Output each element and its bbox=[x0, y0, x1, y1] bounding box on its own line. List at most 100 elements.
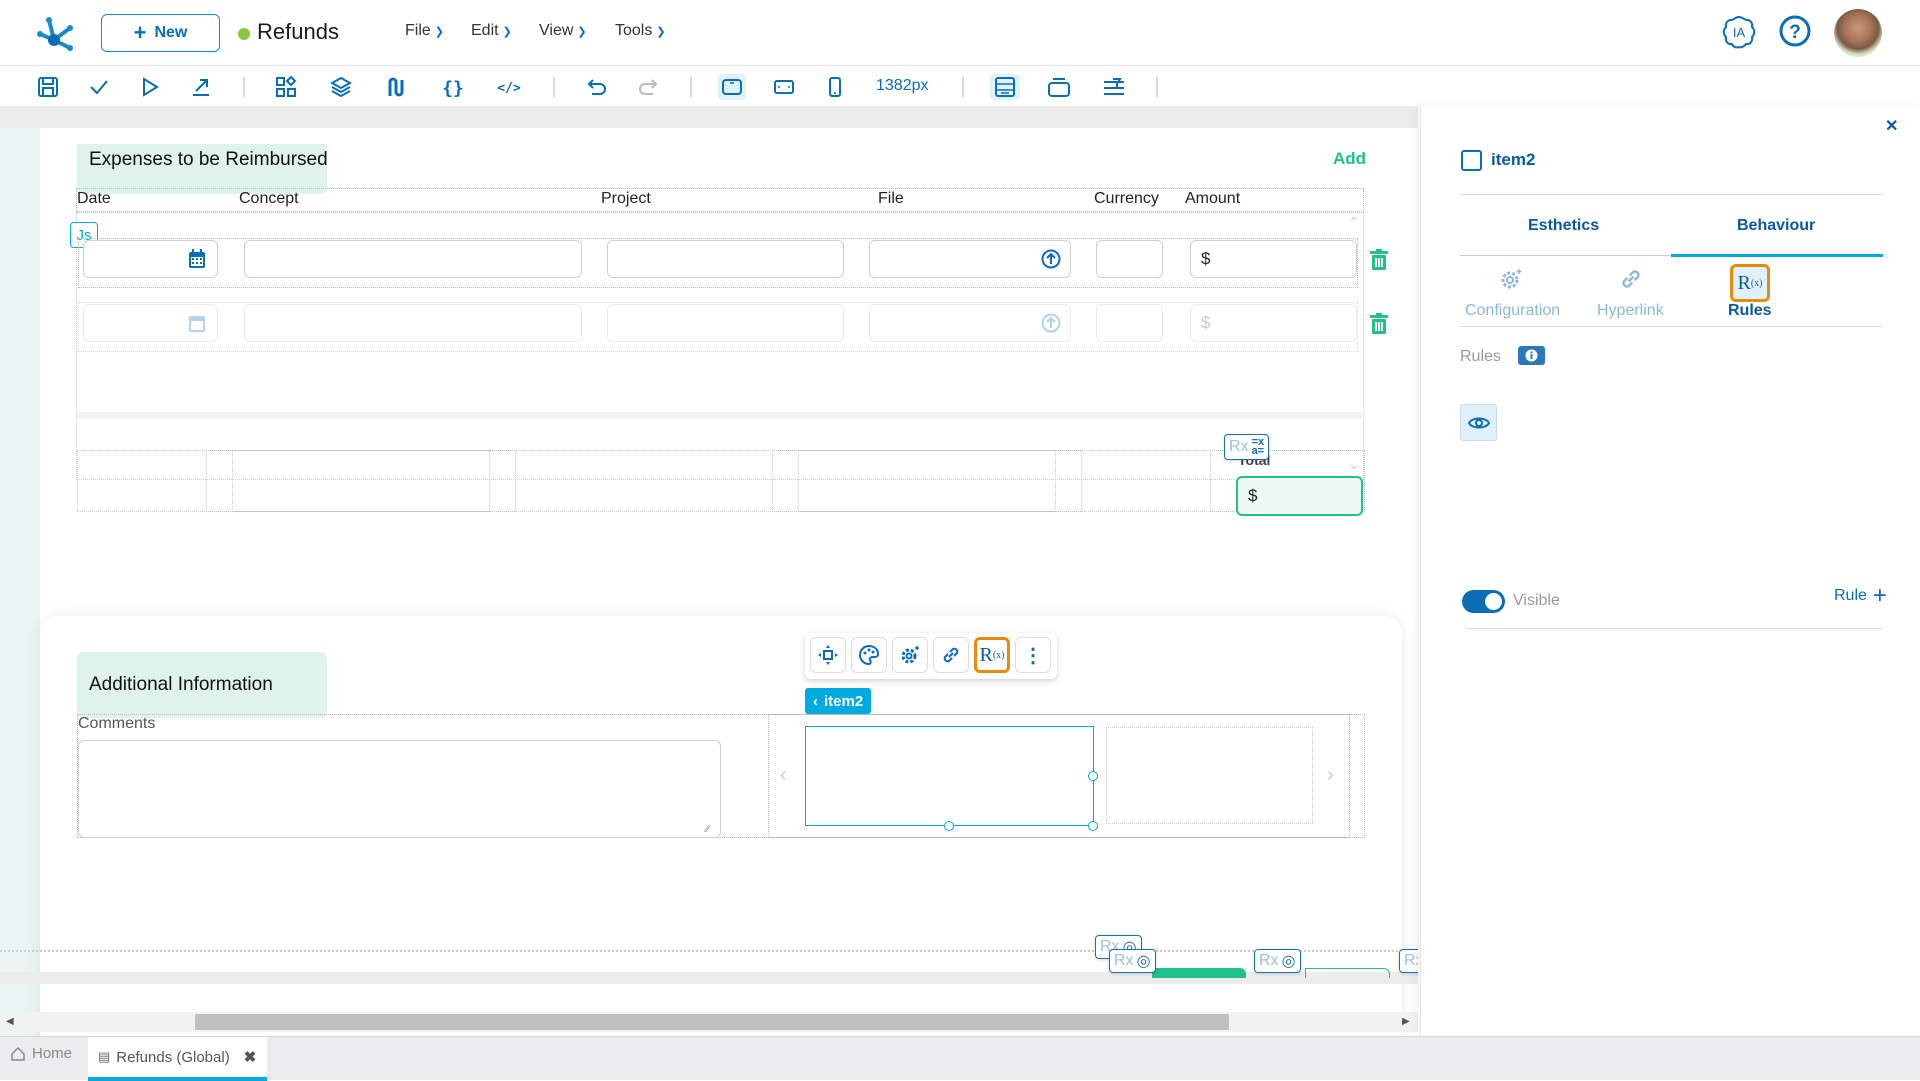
menu-view-label: View bbox=[539, 22, 574, 39]
new-button[interactable]: + New bbox=[101, 14, 220, 52]
scrollbar-thumb[interactable] bbox=[195, 1014, 1229, 1030]
visible-toggle[interactable] bbox=[1462, 590, 1505, 613]
code-icon[interactable]: </> bbox=[496, 74, 522, 100]
hyperlink-icon[interactable] bbox=[1618, 266, 1644, 292]
components-icon[interactable] bbox=[273, 74, 299, 100]
totals-cell bbox=[77, 450, 207, 512]
user-avatar[interactable] bbox=[1834, 9, 1882, 57]
tab-home-label: Home bbox=[32, 1045, 73, 1062]
rx-visibility-chip[interactable]: Rx ◎ bbox=[1254, 949, 1301, 973]
panel-item-name: item2 bbox=[1491, 150, 1536, 169]
configuration-icon[interactable] bbox=[1498, 266, 1524, 292]
comments-textarea[interactable] bbox=[78, 740, 721, 838]
add-row-link[interactable]: Add bbox=[1333, 149, 1366, 169]
settings-icon[interactable] bbox=[892, 637, 928, 673]
visibility-rule-type-button[interactable] bbox=[1460, 404, 1497, 441]
frame-icon[interactable] bbox=[1046, 74, 1072, 100]
rx-visibility-chip[interactable]: Rx bbox=[1399, 949, 1418, 973]
column-header-concept: Concept bbox=[239, 190, 299, 207]
app-logo[interactable] bbox=[36, 14, 76, 54]
redo-icon[interactable] bbox=[635, 74, 661, 100]
horizontal-scrollbar[interactable]: ◀ ▶ bbox=[0, 1012, 1418, 1032]
flow-icon[interactable] bbox=[383, 74, 409, 100]
currency-input[interactable] bbox=[1096, 240, 1163, 278]
info-icon[interactable] bbox=[1518, 346, 1545, 365]
mobile-view-icon[interactable] bbox=[822, 74, 848, 100]
play-icon[interactable] bbox=[137, 74, 163, 100]
export-icon[interactable] bbox=[188, 74, 214, 100]
braces-icon[interactable]: {} bbox=[440, 74, 466, 100]
chevron-down-icon: ❯ bbox=[502, 25, 512, 38]
close-tab-icon[interactable]: ✖ bbox=[244, 1048, 257, 1066]
menu-edit[interactable]: Edit ❯ bbox=[471, 22, 512, 40]
project-input[interactable] bbox=[607, 304, 844, 342]
subtab-configuration[interactable]: Configuration bbox=[1465, 302, 1560, 320]
container-icon bbox=[1461, 150, 1482, 171]
upload-icon[interactable] bbox=[1041, 313, 1061, 333]
calendar-icon[interactable] bbox=[188, 249, 206, 269]
carousel-item[interactable] bbox=[1106, 727, 1313, 824]
total-input[interactable]: $ bbox=[1236, 476, 1363, 516]
menu-view[interactable]: View ❯ bbox=[539, 22, 587, 40]
concept-input[interactable] bbox=[244, 304, 582, 342]
subtab-rules[interactable]: Rules bbox=[1728, 302, 1772, 320]
menu-tools[interactable]: Tools ❯ bbox=[615, 22, 666, 40]
menu-tools-label: Tools bbox=[615, 22, 653, 39]
desktop-view-icon[interactable] bbox=[718, 74, 746, 100]
selected-item2[interactable] bbox=[805, 726, 1094, 826]
upload-icon[interactable] bbox=[1041, 249, 1061, 269]
resize-handle-icon[interactable]: ∕∕ bbox=[706, 824, 709, 835]
page-margin bbox=[0, 128, 40, 1036]
tab-refunds-global[interactable]: ▤ Refunds (Global) ✖ bbox=[88, 1037, 267, 1081]
undo-icon[interactable] bbox=[584, 74, 610, 100]
check-icon[interactable] bbox=[86, 74, 112, 100]
rules-icon[interactable]: R (x) bbox=[1730, 264, 1770, 302]
menu-file-label: File bbox=[405, 22, 431, 39]
rules-icon[interactable]: R (x) bbox=[974, 637, 1010, 673]
rx-formula-chip[interactable]: Rx =x a= bbox=[1224, 434, 1270, 460]
layers-icon[interactable] bbox=[328, 74, 354, 100]
rx-visibility-chip[interactable]: Rx ◎ bbox=[1109, 949, 1156, 973]
close-panel-icon[interactable]: ✕ bbox=[1885, 116, 1898, 136]
ia-assistant-icon[interactable]: IA bbox=[1722, 15, 1756, 49]
move-icon[interactable] bbox=[810, 637, 846, 673]
active-tab-indicator bbox=[1671, 254, 1883, 257]
layout-icon[interactable] bbox=[990, 74, 1020, 100]
save-icon[interactable] bbox=[35, 74, 61, 100]
plus-icon: + bbox=[1872, 582, 1887, 609]
amount-input[interactable]: $ bbox=[1190, 240, 1357, 278]
carousel-prev-icon[interactable]: ‹ bbox=[780, 764, 787, 787]
scroll-up-icon[interactable]: ⌃ bbox=[1348, 214, 1360, 231]
delete-row-icon[interactable] bbox=[1369, 249, 1389, 271]
tablet-view-icon[interactable] bbox=[771, 74, 797, 100]
concept-input[interactable] bbox=[244, 240, 582, 278]
project-input[interactable] bbox=[607, 240, 844, 278]
resize-handle[interactable] bbox=[944, 821, 954, 831]
subtab-hyperlink[interactable]: Hyperlink bbox=[1597, 302, 1664, 320]
carousel-next-icon[interactable]: › bbox=[1327, 764, 1334, 787]
link-icon[interactable] bbox=[933, 637, 969, 673]
palette-icon[interactable] bbox=[851, 637, 887, 673]
scroll-left-icon[interactable]: ◀ bbox=[6, 1016, 14, 1027]
delete-row-icon[interactable] bbox=[1369, 313, 1389, 335]
tab-home[interactable]: Home bbox=[10, 1045, 72, 1062]
tab-esthetics[interactable]: Esthetics bbox=[1528, 217, 1599, 235]
tab-behaviour[interactable]: Behaviour bbox=[1737, 217, 1815, 235]
divider bbox=[1466, 628, 1883, 629]
design-canvas[interactable]: Expenses to be Reimbursed Add Date Conce… bbox=[0, 106, 1418, 1036]
selected-item-breadcrumb[interactable]: ‹ item2 bbox=[805, 688, 872, 714]
amount-input[interactable]: $ bbox=[1190, 304, 1357, 342]
add-rule-button[interactable]: Rule + bbox=[1834, 582, 1887, 609]
menu-file[interactable]: File ❯ bbox=[405, 22, 444, 40]
resize-handle[interactable] bbox=[1088, 771, 1098, 781]
svg-text:{}: {} bbox=[442, 78, 464, 98]
more-options-icon[interactable]: ⋮ bbox=[1015, 637, 1051, 673]
scroll-right-icon[interactable]: ▶ bbox=[1402, 1016, 1410, 1027]
calendar-icon[interactable] bbox=[188, 313, 206, 333]
resize-handle[interactable] bbox=[1088, 821, 1098, 831]
canvas-width-readout: 1382px bbox=[876, 77, 929, 94]
button-preview bbox=[1152, 968, 1246, 978]
align-icon[interactable] bbox=[1101, 74, 1127, 100]
currency-input[interactable] bbox=[1096, 304, 1163, 342]
help-icon[interactable]: ? bbox=[1778, 14, 1812, 48]
